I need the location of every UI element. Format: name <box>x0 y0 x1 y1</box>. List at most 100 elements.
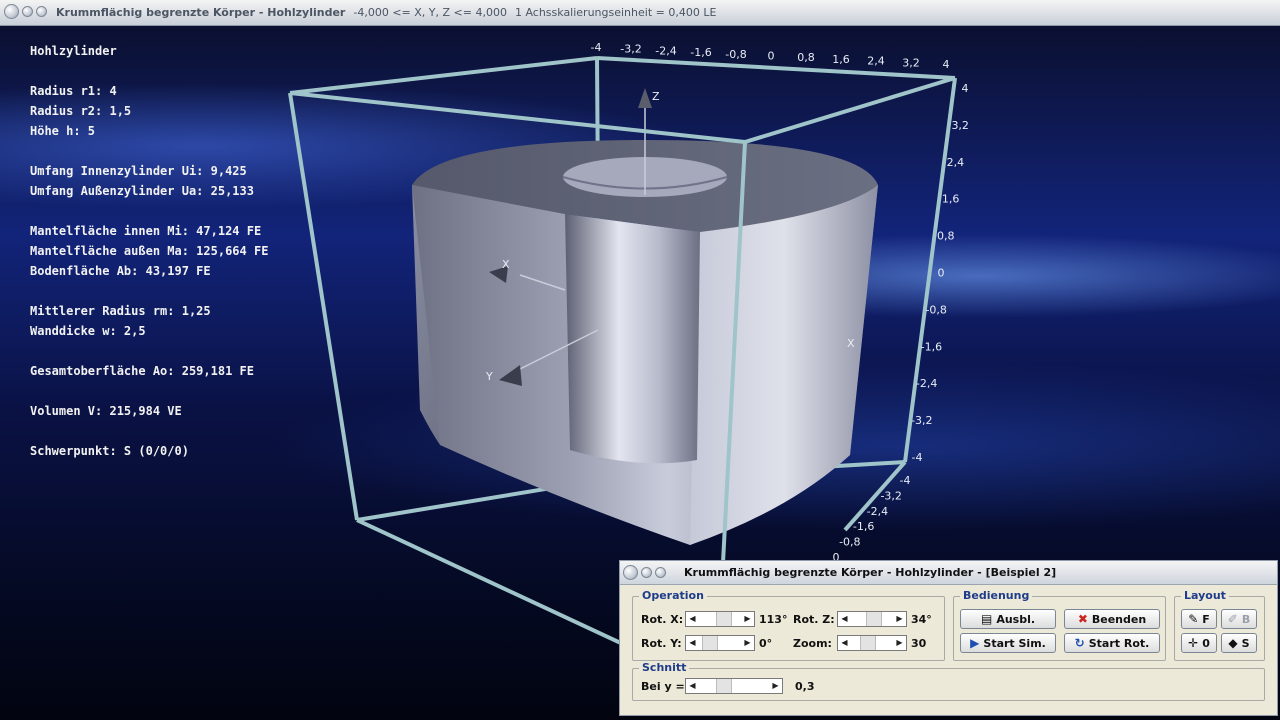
right-tick-label: 1,6 <box>942 193 960 206</box>
zoom-slider[interactable]: ◀ ▶ <box>837 635 907 651</box>
rot-x-decrement[interactable]: ◀ <box>686 612 699 626</box>
zoom-thumb[interactable] <box>860 636 876 650</box>
maximize-button[interactable] <box>36 6 47 17</box>
info-line: Umfang Außenzylinder Ua: 25,133 <box>30 184 254 198</box>
pen-icon: ✐ <box>1227 612 1238 626</box>
info-line: Radius r2: 1,5 <box>30 104 132 118</box>
rot-z-value: 34° <box>911 613 932 626</box>
minimize-button[interactable] <box>22 6 33 17</box>
x-axis-label-right: X <box>847 337 855 350</box>
rot-y-increment[interactable]: ▶ <box>741 636 754 650</box>
rot-y-thumb[interactable] <box>702 636 718 650</box>
schnitt-increment[interactable]: ▶ <box>769 679 782 693</box>
info-line: Gesamtoberfläche Ao: 259,181 FE <box>30 364 254 378</box>
rot-z-label: Rot. Z: <box>793 613 835 626</box>
right-tick-label: -0,8 <box>925 303 946 316</box>
dialog-maximize-button[interactable] <box>655 567 666 578</box>
diagonal-tick-label: -4 <box>900 474 911 487</box>
start-sim-label: Start Sim. <box>983 636 1046 650</box>
top-tick-label: 4 <box>943 58 950 71</box>
start-rot-button[interactable]: ↻ Start Rot. <box>1064 633 1160 653</box>
layout-group: Layout ✎ F ✐ B ✛ 0 ◆ S <box>1174 589 1265 661</box>
layout-b-label: B <box>1241 612 1251 626</box>
control-dialog: Krummflächig begrenzte Körper - Hohlzyli… <box>619 560 1278 716</box>
window-titlebar: Krummflächig begrenzte Körper - Hohlzyli… <box>0 0 1280 26</box>
rot-x-increment[interactable]: ▶ <box>741 612 754 626</box>
bedienung-legend: Bedienung <box>960 589 1033 602</box>
schnitt-group: Schnitt Bei y = ◀ ▶ 0,3 <box>632 661 1265 701</box>
info-line: Mittlerer Radius rm: 1,25 <box>30 304 211 318</box>
start-sim-button[interactable]: ▶ Start Sim. <box>960 633 1056 653</box>
schnitt-decrement[interactable]: ◀ <box>686 679 699 693</box>
right-tick-label: 4 <box>962 82 969 95</box>
schnitt-label: Bei y = <box>641 680 685 693</box>
rotate-icon: ↻ <box>1074 636 1085 650</box>
layout-f-button[interactable]: ✎ F <box>1181 609 1217 629</box>
right-tick-label: -2,4 <box>916 377 937 390</box>
play-icon: ▶ <box>970 636 980 650</box>
z-axis-label: Z <box>652 90 660 103</box>
zoom-decrement[interactable]: ◀ <box>838 636 851 650</box>
y-axis-label: Y <box>485 370 493 383</box>
right-tick-label: -4 <box>912 451 923 464</box>
right-tick-label: 0 <box>938 267 945 280</box>
hide-icon: ▤ <box>980 612 993 626</box>
close-icon: ✖ <box>1077 612 1088 626</box>
hollow-cylinder <box>412 140 878 545</box>
layout-0-button[interactable]: ✛ 0 <box>1181 633 1217 653</box>
x-axis-label: X <box>502 258 510 271</box>
diagonal-axis-ticks: -4-3,2-2,4-1,6-0,80 <box>833 474 911 564</box>
info-line: Mantelfläche außen Ma: 125,664 FE <box>30 244 269 258</box>
rot-x-slider[interactable]: ◀ ▶ <box>685 611 755 627</box>
schnitt-legend: Schnitt <box>639 661 690 674</box>
layout-f-label: F <box>1202 612 1210 626</box>
layout-0-label: 0 <box>1202 636 1210 650</box>
rot-y-value: 0° <box>759 637 773 650</box>
beenden-label: Beenden <box>1091 612 1147 626</box>
diagonal-tick-label: -2,4 <box>867 505 888 518</box>
zoom-value: 30 <box>911 637 927 650</box>
rot-z-thumb[interactable] <box>866 612 882 626</box>
window-menu-button[interactable] <box>4 4 19 19</box>
info-line: Mantelfläche innen Mi: 47,124 FE <box>30 224 262 238</box>
layout-s-button[interactable]: ◆ S <box>1221 633 1257 653</box>
dialog-menu-button[interactable] <box>623 565 638 580</box>
dialog-title: Krummflächig begrenzte Körper - Hohlzyli… <box>684 566 1057 579</box>
start-rot-label: Start Rot. <box>1088 636 1150 650</box>
dialog-titlebar[interactable]: Krummflächig begrenzte Körper - Hohlzyli… <box>620 561 1277 585</box>
ausbl-button[interactable]: ▤ Ausbl. <box>960 609 1056 629</box>
ausbl-label: Ausbl. <box>996 612 1036 626</box>
schnitt-value: 0,3 <box>795 680 815 693</box>
rot-z-slider[interactable]: ◀ ▶ <box>837 611 907 627</box>
crosshair-icon: ✛ <box>1188 636 1199 650</box>
diagonal-tick-label: -0,8 <box>839 536 860 549</box>
outer-wall-right <box>690 185 878 545</box>
inner-mantle <box>565 214 700 464</box>
top-tick-label: -4 <box>591 41 602 54</box>
dialog-minimize-button[interactable] <box>641 567 652 578</box>
rot-y-decrement[interactable]: ◀ <box>686 636 699 650</box>
top-tick-label: -2,4 <box>655 44 676 57</box>
rot-x-thumb[interactable] <box>716 612 732 626</box>
zoom-increment[interactable]: ▶ <box>893 636 906 650</box>
layout-legend: Layout <box>1181 589 1229 602</box>
dialog-window-controls <box>623 565 666 580</box>
rot-y-slider[interactable]: ◀ ▶ <box>685 635 755 651</box>
window-title-main: Krummflächig begrenzte Körper - Hohlzyli… <box>56 6 346 19</box>
top-tick-label: 1,6 <box>832 53 850 66</box>
beenden-button[interactable]: ✖ Beenden <box>1064 609 1160 629</box>
rot-z-increment[interactable]: ▶ <box>893 612 906 626</box>
schnitt-slider[interactable]: ◀ ▶ <box>685 678 783 694</box>
scale-text: 1 Achsskalierungseinheit = 0,400 LE <box>514 6 717 19</box>
top-tick-label: -1,6 <box>690 46 711 59</box>
rot-z-decrement[interactable]: ◀ <box>838 612 851 626</box>
top-tick-label: 0,8 <box>797 51 815 64</box>
fill-icon: ◆ <box>1228 636 1238 650</box>
right-tick-label: 2,4 <box>947 156 965 169</box>
schnitt-thumb[interactable] <box>716 679 732 693</box>
info-line: Volumen V: 215,984 VE <box>30 404 182 418</box>
operation-group: Operation Rot. X: ◀ ▶ 113° Rot. Z: ◀ ▶ 3… <box>632 589 945 661</box>
right-tick-label: -3,2 <box>911 414 932 427</box>
z-axis-arrow <box>638 88 652 108</box>
layout-b-button[interactable]: ✐ B <box>1221 609 1257 629</box>
